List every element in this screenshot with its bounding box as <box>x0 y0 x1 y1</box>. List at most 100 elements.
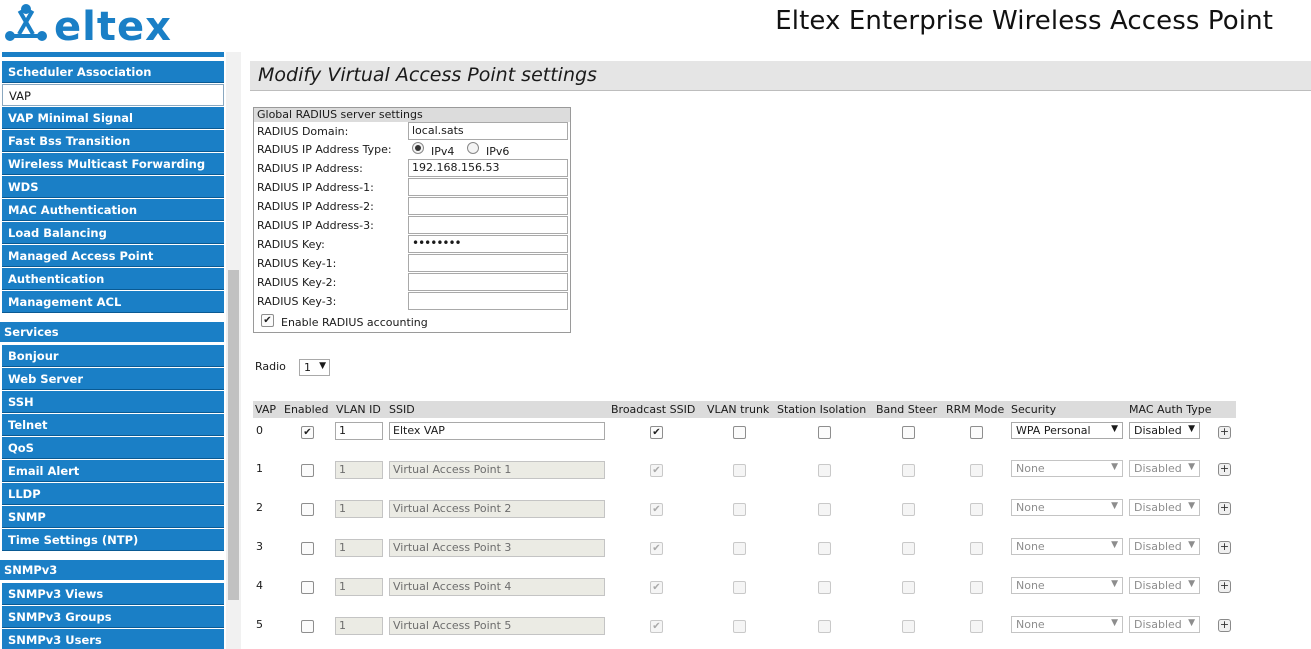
sidebar-item-scheduler-association[interactable]: Scheduler Association <box>2 61 224 83</box>
ssid-input[interactable]: Virtual Access Point 5 <box>389 617 605 635</box>
broadcast-ssid-checkbox[interactable]: ✔ <box>650 464 663 477</box>
sidebar-item-snmpv3-views[interactable]: SNMPv3 Views <box>2 583 224 605</box>
band-steer-checkbox[interactable] <box>902 620 915 633</box>
rrm-mode-checkbox[interactable] <box>970 426 983 439</box>
radius-domain-input[interactable]: local.sats <box>408 122 568 140</box>
sidebar-item-vap-minimal-signal[interactable]: VAP Minimal Signal <box>2 107 224 129</box>
expand-plus-icon[interactable]: + <box>1218 463 1231 476</box>
sidebar-item-load-balancing[interactable]: Load Balancing <box>2 222 224 244</box>
rrm-mode-checkbox[interactable] <box>970 464 983 477</box>
ipv6-radio[interactable] <box>467 142 479 154</box>
station-isolation-checkbox[interactable] <box>818 581 831 594</box>
sidebar-item-web-server[interactable]: Web Server <box>2 368 224 390</box>
mac-auth-select[interactable]: Disabled ▼ <box>1129 616 1200 633</box>
vap-enabled-checkbox[interactable] <box>301 464 314 477</box>
vlan-id-input[interactable]: 1 <box>335 617 383 635</box>
sidebar-item-snmpv3-groups[interactable]: SNMPv3 Groups <box>2 606 224 628</box>
sidebar-scrollbar[interactable] <box>226 52 241 649</box>
vap-enabled-checkbox[interactable]: ✔ <box>301 426 314 439</box>
vlan-id-input[interactable]: 1 <box>335 578 383 596</box>
radius-ip2-input[interactable] <box>408 197 568 215</box>
vlan-trunk-checkbox[interactable] <box>733 542 746 555</box>
sidebar-item-wireless-multicast-forwarding[interactable]: Wireless Multicast Forwarding <box>2 153 224 175</box>
ssid-input[interactable]: Virtual Access Point 2 <box>389 500 605 518</box>
sidebar-item-telnet[interactable]: Telnet <box>2 414 224 436</box>
expand-plus-icon[interactable]: + <box>1218 619 1231 632</box>
sidebar-item-authentication[interactable]: Authentication <box>2 268 224 290</box>
vlan-id-input[interactable]: 1 <box>335 422 383 440</box>
broadcast-ssid-checkbox[interactable]: ✔ <box>650 581 663 594</box>
security-select[interactable]: None ▼ <box>1011 538 1123 555</box>
mac-auth-select[interactable]: Disabled ▼ <box>1129 460 1200 477</box>
radius-accounting-checkbox[interactable]: ✔ <box>261 314 274 327</box>
band-steer-checkbox[interactable] <box>902 542 915 555</box>
station-isolation-checkbox[interactable] <box>818 503 831 516</box>
vlan-trunk-checkbox[interactable] <box>733 503 746 516</box>
ssid-input[interactable]: Virtual Access Point 4 <box>389 578 605 596</box>
expand-plus-icon[interactable]: + <box>1218 541 1231 554</box>
expand-plus-icon[interactable]: + <box>1218 426 1231 439</box>
security-select[interactable]: WPA Personal ▼ <box>1011 422 1123 439</box>
sidebar-item-mac-authentication[interactable]: MAC Authentication <box>2 199 224 221</box>
sidebar-item-lldp[interactable]: LLDP <box>2 483 224 505</box>
ssid-input[interactable]: Eltex VAP <box>389 422 605 440</box>
radius-ip1-input[interactable] <box>408 178 568 196</box>
sidebar-item-management-acl[interactable]: Management ACL <box>2 291 224 313</box>
radius-key1-input[interactable] <box>408 254 568 272</box>
band-steer-checkbox[interactable] <box>902 581 915 594</box>
sidebar-item-wds[interactable]: WDS <box>2 176 224 198</box>
mac-auth-select[interactable]: Disabled ▼ <box>1129 499 1200 516</box>
radio-select[interactable]: 1 ▼ <box>299 359 330 376</box>
expand-plus-icon[interactable]: + <box>1218 502 1231 515</box>
sidebar-item-ssh[interactable]: SSH <box>2 391 224 413</box>
vap-enabled-checkbox[interactable] <box>301 620 314 633</box>
station-isolation-checkbox[interactable] <box>818 464 831 477</box>
radius-ip-input[interactable]: 192.168.156.53 <box>408 159 568 177</box>
sidebar-item-bonjour[interactable]: Bonjour <box>2 345 224 367</box>
radius-key3-input[interactable] <box>408 292 568 310</box>
broadcast-ssid-checkbox[interactable]: ✔ <box>650 426 663 439</box>
sidebar-scrollbar-thumb[interactable] <box>228 270 239 600</box>
security-select[interactable]: None ▼ <box>1011 577 1123 594</box>
sidebar-item-fast-bss-transition[interactable]: Fast Bss Transition <box>2 130 224 152</box>
sidebar-item-qos[interactable]: QoS <box>2 437 224 459</box>
vlan-trunk-checkbox[interactable] <box>733 426 746 439</box>
station-isolation-checkbox[interactable] <box>818 426 831 439</box>
vlan-trunk-checkbox[interactable] <box>733 464 746 477</box>
sidebar-item-time-settings-ntp[interactable]: Time Settings (NTP) <box>2 529 224 551</box>
security-select[interactable]: None ▼ <box>1011 499 1123 516</box>
broadcast-ssid-checkbox[interactable]: ✔ <box>650 503 663 516</box>
sidebar-item-managed-access-point[interactable]: Managed Access Point <box>2 245 224 267</box>
vap-enabled-checkbox[interactable] <box>301 542 314 555</box>
vlan-trunk-checkbox[interactable] <box>733 620 746 633</box>
radius-ip3-input[interactable] <box>408 216 568 234</box>
broadcast-ssid-checkbox[interactable]: ✔ <box>650 542 663 555</box>
band-steer-checkbox[interactable] <box>902 464 915 477</box>
vlan-id-input[interactable]: 1 <box>335 461 383 479</box>
band-steer-checkbox[interactable] <box>902 503 915 516</box>
vap-enabled-checkbox[interactable] <box>301 503 314 516</box>
radius-key-input[interactable]: •••••••• <box>408 235 568 253</box>
mac-auth-select[interactable]: Disabled ▼ <box>1129 422 1200 439</box>
station-isolation-checkbox[interactable] <box>818 542 831 555</box>
radius-key2-input[interactable] <box>408 273 568 291</box>
sidebar-item-snmp[interactable]: SNMP <box>2 506 224 528</box>
station-isolation-checkbox[interactable] <box>818 620 831 633</box>
vlan-id-input[interactable]: 1 <box>335 500 383 518</box>
security-select[interactable]: None ▼ <box>1011 460 1123 477</box>
rrm-mode-checkbox[interactable] <box>970 581 983 594</box>
mac-auth-select[interactable]: Disabled ▼ <box>1129 538 1200 555</box>
mac-auth-select[interactable]: Disabled ▼ <box>1129 577 1200 594</box>
sidebar-item-snmpv3-users[interactable]: SNMPv3 Users <box>2 629 224 649</box>
vlan-trunk-checkbox[interactable] <box>733 581 746 594</box>
security-select[interactable]: None ▼ <box>1011 616 1123 633</box>
sidebar-item-vap[interactable]: VAP <box>2 84 224 106</box>
sidebar-item-email-alert[interactable]: Email Alert <box>2 460 224 482</box>
expand-plus-icon[interactable]: + <box>1218 580 1231 593</box>
rrm-mode-checkbox[interactable] <box>970 620 983 633</box>
rrm-mode-checkbox[interactable] <box>970 542 983 555</box>
band-steer-checkbox[interactable] <box>902 426 915 439</box>
broadcast-ssid-checkbox[interactable]: ✔ <box>650 620 663 633</box>
ipv4-radio[interactable] <box>412 142 424 154</box>
vap-enabled-checkbox[interactable] <box>301 581 314 594</box>
